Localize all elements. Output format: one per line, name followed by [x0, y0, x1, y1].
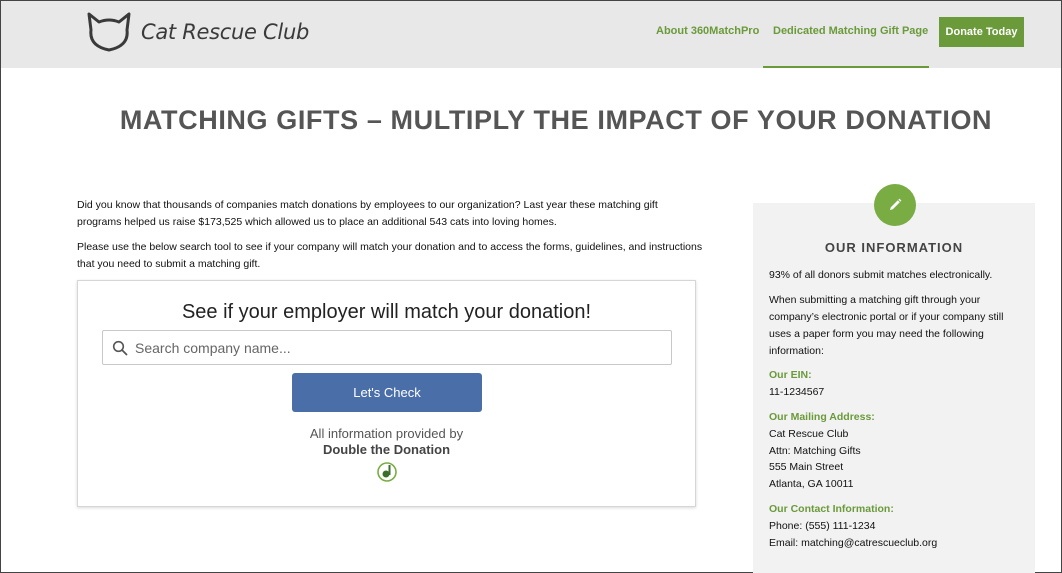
nav-about-360matchpro[interactable]: About 360MatchPro	[656, 25, 759, 37]
provided-by: All information provided by Double the D…	[78, 426, 695, 458]
pencil-icon	[890, 198, 902, 210]
instructions-text: When submitting a matching gift through …	[769, 294, 1004, 357]
pencil-badge	[874, 184, 916, 226]
cat-logo-icon	[87, 12, 131, 52]
sidebar-title: OUR INFORMATION	[824, 240, 964, 255]
contact-info-label: Our Contact Information:	[769, 503, 894, 515]
info-sidebar: OUR INFORMATION 93% of all donors submit…	[753, 203, 1035, 573]
search-box[interactable]	[102, 330, 672, 365]
company-search-input[interactable]	[135, 339, 655, 356]
page-title: MATCHING GIFTS – MULTIPLY THE IMPACT OF …	[119, 105, 993, 135]
active-nav-underline	[763, 66, 929, 68]
site-logo[interactable]: Cat Rescue Club	[85, 10, 309, 54]
intro-paragraph-2: Please use the below search tool to see …	[77, 241, 703, 270]
site-header: Cat Rescue Club About 360MatchPro Dedica…	[1, 1, 1061, 68]
ein-label: Our EIN:	[769, 369, 812, 381]
intro-text: Did you know that thousands of companies…	[77, 197, 705, 281]
address-line: Atlanta, GA 10011	[769, 478, 854, 490]
provider-name[interactable]: Double the Donation	[78, 442, 695, 458]
email-address[interactable]: Email: matching@catrescueclub.org	[769, 535, 1019, 552]
double-the-donation-logo-icon[interactable]	[376, 461, 398, 483]
employer-search-widget: See if your employer will match your don…	[77, 280, 696, 507]
address-line: Attn: Matching Gifts	[769, 445, 861, 457]
logo-text: Cat Rescue Club	[141, 20, 309, 44]
lets-check-button[interactable]: Let's Check	[292, 373, 482, 412]
address-line: Cat Rescue Club	[769, 428, 849, 440]
provided-by-label: All information provided by	[309, 426, 464, 441]
address-line: 555 Main Street	[769, 461, 844, 473]
donate-today-button[interactable]: Donate Today	[939, 17, 1024, 47]
nav-dedicated-matching-gift-page[interactable]: Dedicated Matching Gift Page	[773, 25, 928, 37]
intro-paragraph-1: Did you know that thousands of companies…	[77, 199, 658, 228]
widget-title: See if your employer will match your don…	[181, 301, 592, 323]
ein-value: 11-1234567	[769, 386, 825, 398]
search-icon	[112, 340, 128, 355]
electronic-stat: 93% of all donors submit matches electro…	[769, 269, 993, 281]
phone-number: Phone: (555) 111-1234	[769, 520, 876, 532]
mailing-address-label: Our Mailing Address:	[769, 411, 875, 423]
